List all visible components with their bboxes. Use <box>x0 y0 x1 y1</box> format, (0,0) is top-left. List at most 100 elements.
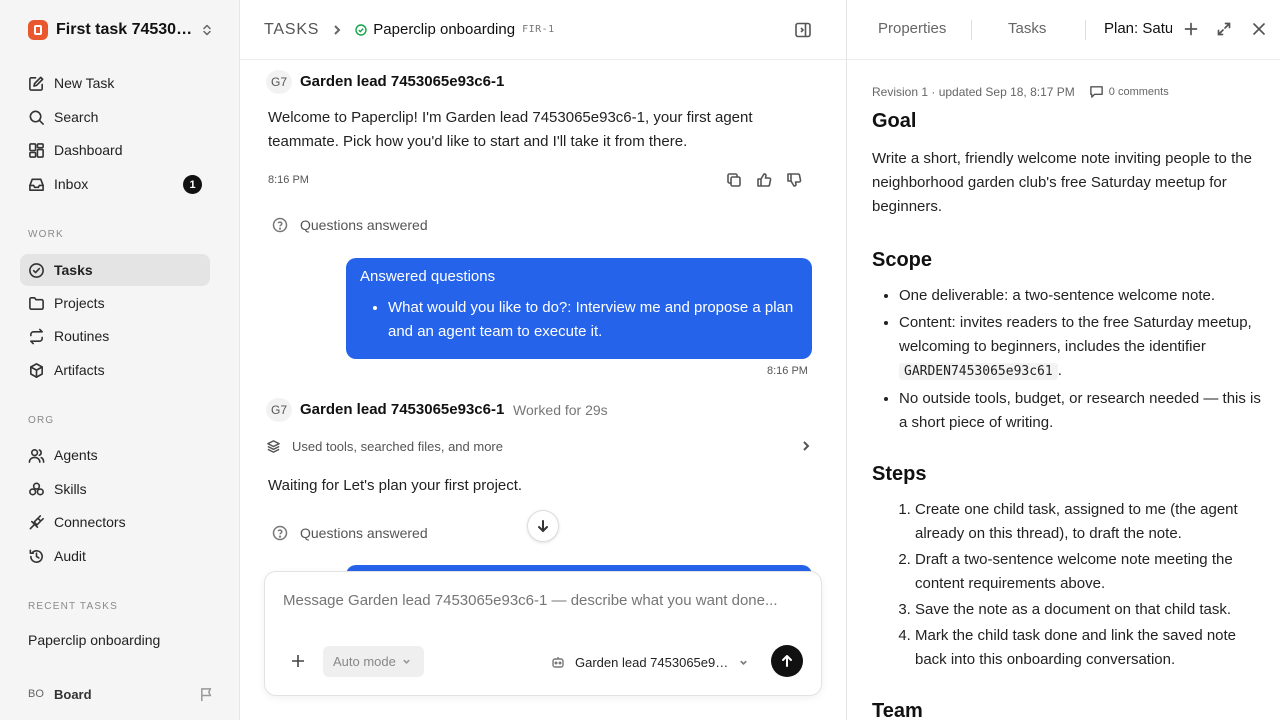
nav-artifacts[interactable]: Artifacts <box>20 354 210 386</box>
tab-tasks[interactable]: Tasks <box>1008 20 1046 37</box>
nav-inbox[interactable]: Inbox 1 <box>20 168 210 200</box>
worked-duration: Worked for 29s <box>513 402 608 418</box>
step-item: Save the note as a document on that chil… <box>915 598 1264 622</box>
panel-tabs: Properties Tasks Plan: Saturday <box>847 0 1280 60</box>
inbox-icon <box>29 178 44 191</box>
scope-heading: Scope <box>872 249 933 271</box>
tab-divider <box>1085 20 1086 40</box>
plus-icon[interactable] <box>289 652 307 670</box>
revision-info: Revision 1 · updated Sep 18, 8:17 PM <box>872 84 1075 99</box>
plug-icon <box>29 514 44 529</box>
questions-answered-label: Questions answered <box>300 217 428 233</box>
mode-select[interactable]: Auto mode <box>323 646 424 677</box>
toggle-panel-icon[interactable] <box>794 21 812 39</box>
recent-task-item[interactable]: Paperclip onboarding <box>28 632 160 648</box>
copy-icon[interactable] <box>726 172 742 188</box>
breadcrumb-root[interactable]: TASKS <box>264 21 319 39</box>
questions-answered-row[interactable]: Questions answered <box>272 525 428 541</box>
status-check-icon <box>355 23 367 36</box>
expand-icon[interactable] <box>1216 21 1232 37</box>
scope-item-suffix: . <box>1057 362 1062 379</box>
close-icon[interactable] <box>1251 21 1267 37</box>
nav-projects[interactable]: Projects <box>20 287 210 319</box>
nav-artifacts-label: Artifacts <box>54 362 105 378</box>
step-item: Create one child task, assigned to me (t… <box>915 498 1264 546</box>
tab-properties[interactable]: Properties <box>878 20 946 37</box>
tool-usage-expander[interactable]: Used tools, searched files, and more <box>266 436 812 456</box>
question-icon <box>272 217 288 233</box>
plan-document: Goal Write a short, friendly welcome not… <box>872 110 1264 720</box>
nav-search[interactable]: Search <box>20 101 210 133</box>
workspace-logo-icon <box>28 20 48 40</box>
chevron-down-icon <box>403 659 410 664</box>
agent-avatar: G7 <box>266 70 292 94</box>
nav-connectors[interactable]: Connectors <box>20 506 210 538</box>
workspace-name: First task 745306... <box>56 21 194 38</box>
thumbs-up-icon[interactable] <box>756 172 772 188</box>
scope-item: No outside tools, budget, or research ne… <box>899 387 1264 435</box>
comments-count[interactable]: 0 comments <box>1109 86 1169 98</box>
plan-panel: Properties Tasks Plan: Saturday Revision… <box>846 0 1280 720</box>
tab-plan[interactable]: Plan: Saturday <box>1104 20 1172 37</box>
nav-audit-label: Audit <box>54 548 86 564</box>
board-avatar: BO <box>28 688 44 700</box>
section-recent-label: RECENT TASKS <box>28 601 118 612</box>
nav-tasks-label: Tasks <box>54 262 93 278</box>
nav-skills-label: Skills <box>54 481 87 497</box>
bot-icon <box>552 657 564 668</box>
chevron-updown-icon <box>203 24 211 36</box>
scope-item-text: Content: invites readers to the free Sat… <box>899 314 1252 355</box>
team-heading: Team <box>872 700 923 720</box>
board-name: Board <box>54 686 92 702</box>
dashboard-icon <box>29 142 44 158</box>
nav-audit[interactable]: Audit <box>20 540 210 572</box>
questions-answered-label: Questions answered <box>300 525 428 541</box>
questions-answered-row[interactable]: Questions answered <box>272 217 428 233</box>
thumbs-down-icon[interactable] <box>786 172 802 188</box>
nav-tasks[interactable]: Tasks <box>20 254 210 286</box>
scope-item: Content: invites readers to the free Sat… <box>899 311 1264 384</box>
nav-skills[interactable]: Skills <box>20 473 210 505</box>
sidebar: First task 745306... New Task Search Das… <box>0 0 240 720</box>
goal-text: Write a short, friendly welcome note inv… <box>872 150 1252 215</box>
flag-icon[interactable] <box>199 687 214 702</box>
board-footer[interactable]: BO Board <box>28 684 214 704</box>
scroll-to-bottom-button[interactable] <box>527 510 559 542</box>
message-text: Waiting for Let's plan your first projec… <box>268 477 523 494</box>
agent-select[interactable]: Garden lead 7453065e93... <box>551 652 751 672</box>
workspace-switcher[interactable]: First task 745306... <box>28 18 214 42</box>
step-item: Mark the child task done and link the sa… <box>915 624 1264 672</box>
message-author: Garden lead 7453065e93c6-1 <box>300 401 505 418</box>
message-input[interactable] <box>283 592 803 609</box>
agent-avatar: G7 <box>266 398 292 422</box>
comment-icon <box>1089 86 1103 98</box>
send-button[interactable] <box>771 645 803 677</box>
steps-heading: Steps <box>872 463 927 485</box>
nav-routines[interactable]: Routines <box>20 320 210 352</box>
search-icon <box>29 110 44 125</box>
edit-icon <box>29 76 44 91</box>
step-item: Draft a two-sentence welcome note meetin… <box>915 548 1264 596</box>
nav-dashboard[interactable]: Dashboard <box>20 134 210 166</box>
message-composer: Auto mode Garden lead 7453065e93... <box>264 571 822 696</box>
nav-inbox-label: Inbox <box>54 176 89 192</box>
section-org-label: ORG <box>28 415 55 426</box>
nav-new-task[interactable]: New Task <box>20 67 210 99</box>
check-circle-icon <box>29 262 44 278</box>
nav-agents[interactable]: Agents <box>20 439 210 471</box>
goal-heading: Goal <box>872 110 917 132</box>
question-icon <box>272 525 288 541</box>
layers-icon <box>267 439 280 453</box>
nav-search-label: Search <box>54 109 99 125</box>
chevron-right-icon <box>803 441 810 451</box>
chevron-right-icon <box>334 24 341 35</box>
folder-icon <box>29 296 44 310</box>
message-time: 8:16 PM <box>268 174 309 186</box>
user-message-time: 8:16 PM <box>767 365 808 377</box>
repeat-icon <box>30 328 43 344</box>
bubble-item: What would you like to do?: Interview me… <box>388 296 798 344</box>
chevron-down-icon <box>740 660 747 665</box>
scope-identifier-code: GARDEN7453065e93c61 <box>899 363 1058 380</box>
user-message-bubble: Answered questions What would you like t… <box>346 258 812 359</box>
plus-icon[interactable] <box>1183 21 1199 37</box>
